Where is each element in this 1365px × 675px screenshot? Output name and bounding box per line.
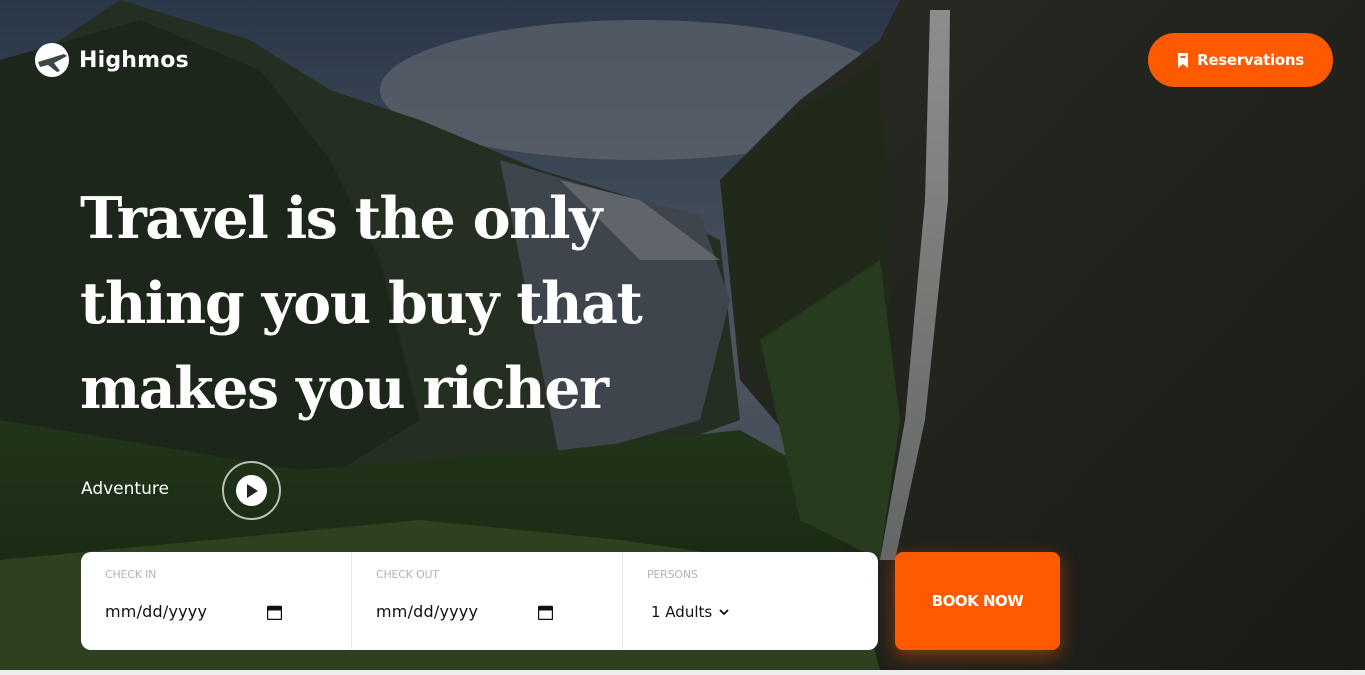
persons-field[interactable]: PERSONS 1 Adults <box>623 552 878 650</box>
chevron-down-icon <box>719 608 729 615</box>
headline-line: thing you buy that <box>80 270 643 337</box>
airplane-logo-icon <box>35 43 69 77</box>
hero-section: Highmos Reservations Travel is the only … <box>0 0 1365 670</box>
persons-selected-value: 1 Adults <box>651 603 713 621</box>
headline-line: makes you richer <box>80 355 609 422</box>
reservations-button[interactable]: Reservations <box>1148 33 1333 87</box>
check-in-label: CHECK IN <box>105 568 157 581</box>
brand-logo[interactable]: Highmos <box>34 42 189 78</box>
book-now-button[interactable]: BOOK NOW <box>895 552 1060 650</box>
adventure-label: Adventure <box>81 479 169 499</box>
check-out-input[interactable]: mm/dd/yyyy <box>376 602 478 621</box>
play-button-circle <box>236 475 267 506</box>
check-out-label: CHECK OUT <box>376 568 439 581</box>
check-out-field[interactable]: CHECK OUT mm/dd/yyyy <box>352 552 623 650</box>
bookmark-icon <box>1178 52 1189 68</box>
calendar-icon[interactable] <box>538 605 553 620</box>
persons-select[interactable]: 1 Adults <box>651 603 729 621</box>
check-in-input[interactable]: mm/dd/yyyy <box>105 602 207 621</box>
reservations-label: Reservations <box>1197 51 1304 69</box>
play-video-button[interactable] <box>222 461 281 520</box>
play-icon <box>246 483 258 498</box>
check-in-field[interactable]: CHECK IN mm/dd/yyyy <box>81 552 352 650</box>
persons-label: PERSONS <box>647 568 698 581</box>
calendar-icon[interactable] <box>267 605 282 620</box>
hero-headline: Travel is the only thing you buy that ma… <box>80 176 700 431</box>
booking-form: CHECK IN mm/dd/yyyy CHECK OUT mm/dd/yyyy… <box>81 552 878 650</box>
headline-line: Travel is the only <box>80 185 602 252</box>
brand-name: Highmos <box>79 47 189 73</box>
